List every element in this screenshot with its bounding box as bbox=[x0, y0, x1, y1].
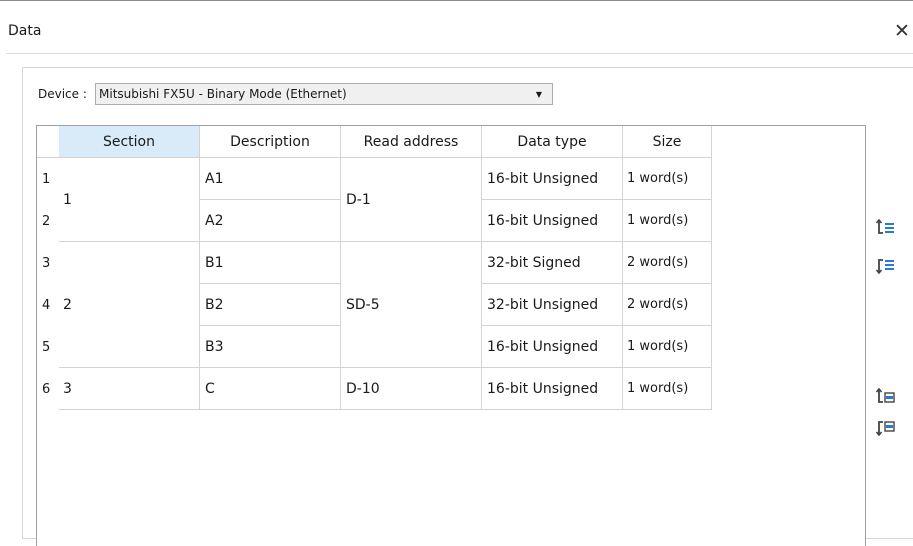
read-address-cell[interactable]: D-1 bbox=[341, 158, 482, 242]
row-number[interactable]: 6 bbox=[37, 368, 59, 410]
device-select-value: Mitsubishi FX5U - Binary Mode (Ethernet) bbox=[99, 87, 347, 101]
insert-row-above-icon bbox=[875, 218, 894, 234]
insert-row-above-button[interactable] bbox=[874, 216, 896, 238]
description-cell[interactable]: B1 bbox=[200, 242, 341, 284]
row-number[interactable]: 3 bbox=[37, 242, 59, 284]
data-type-cell[interactable]: 32-bit Signed bbox=[482, 242, 623, 284]
read-address-cell[interactable]: SD-5 bbox=[341, 242, 482, 368]
read-address-cell[interactable]: D-10 bbox=[341, 368, 482, 410]
data-type-cell[interactable]: 32-bit Unsigned bbox=[482, 284, 623, 326]
description-cell[interactable]: B3 bbox=[200, 326, 341, 368]
size-cell[interactable]: 1 word(s) bbox=[623, 326, 712, 368]
window-title: Data bbox=[8, 23, 42, 39]
row-number[interactable]: 2 bbox=[37, 200, 59, 242]
column-header-section[interactable]: Section bbox=[59, 126, 200, 158]
size-cell[interactable]: 1 word(s) bbox=[623, 368, 712, 410]
insert-row-below-button[interactable] bbox=[874, 256, 896, 278]
title-divider bbox=[6, 53, 913, 54]
data-type-cell[interactable]: 16-bit Unsigned bbox=[482, 200, 623, 242]
size-cell[interactable]: 1 word(s) bbox=[623, 158, 712, 200]
section-cell[interactable]: 2 bbox=[59, 242, 200, 368]
close-button[interactable]: ✕ bbox=[891, 19, 913, 43]
description-cell[interactable]: A2 bbox=[200, 200, 341, 242]
insert-section-above-button[interactable] bbox=[874, 385, 896, 407]
insert-section-below-button[interactable] bbox=[874, 418, 896, 440]
title-bar: Data ✕ bbox=[0, 0, 913, 54]
chevron-down-icon: ▼ bbox=[535, 90, 542, 99]
size-cell[interactable]: 2 word(s) bbox=[623, 242, 712, 284]
close-icon: ✕ bbox=[894, 20, 910, 42]
column-header-data-type[interactable]: Data type bbox=[482, 126, 623, 158]
device-label: Device : bbox=[38, 87, 87, 101]
data-type-cell[interactable]: 16-bit Unsigned bbox=[482, 158, 623, 200]
row-number[interactable]: 4 bbox=[37, 284, 59, 326]
data-grid: Section Description Read address Data ty… bbox=[36, 125, 866, 546]
device-select[interactable]: Mitsubishi FX5U - Binary Mode (Ethernet)… bbox=[95, 83, 553, 105]
column-header-read-address[interactable]: Read address bbox=[341, 126, 482, 158]
row-number[interactable]: 1 bbox=[37, 158, 59, 200]
section-cell[interactable]: 3 bbox=[59, 368, 200, 410]
section-cell[interactable]: 1 bbox=[59, 158, 200, 242]
row-number[interactable]: 5 bbox=[37, 326, 59, 368]
column-header-description[interactable]: Description bbox=[200, 126, 341, 158]
size-cell[interactable]: 2 word(s) bbox=[623, 284, 712, 326]
data-type-cell[interactable]: 16-bit Unsigned bbox=[482, 368, 623, 410]
insert-section-below-icon bbox=[875, 421, 895, 437]
description-cell[interactable]: A1 bbox=[200, 158, 341, 200]
insert-row-below-icon bbox=[875, 259, 894, 275]
size-cell[interactable]: 1 word(s) bbox=[623, 200, 712, 242]
data-type-cell[interactable]: 16-bit Unsigned bbox=[482, 326, 623, 368]
description-cell[interactable]: C bbox=[200, 368, 341, 410]
insert-section-above-icon bbox=[875, 387, 895, 403]
grid-corner bbox=[37, 126, 59, 158]
description-cell[interactable]: B2 bbox=[200, 284, 341, 326]
column-header-size[interactable]: Size bbox=[623, 126, 712, 158]
